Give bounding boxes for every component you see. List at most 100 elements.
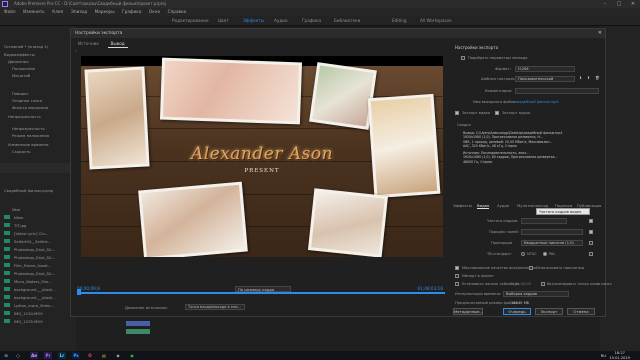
use-previews-checkbox[interactable] [529, 266, 533, 270]
tv-standard-match-checkbox[interactable] [589, 252, 593, 256]
search-icon[interactable]: ○ [14, 352, 22, 359]
effect-item[interactable]: Фильтр мерцания [12, 105, 48, 110]
project-file[interactable]: TIT.jpg [14, 223, 26, 228]
project-file[interactable]: Micro_Waters_Sho... [14, 279, 52, 284]
project-file[interactable]: Photoshop_Dust_Sti... [14, 271, 55, 276]
summary-head[interactable]: Сводка [457, 123, 471, 127]
effect-item[interactable]: Масштаб [12, 73, 30, 78]
time-interpolation-select[interactable]: Выборка кадров [503, 291, 569, 297]
import-into-project-checkbox[interactable] [455, 274, 459, 278]
explorer-icon[interactable]: ▤ [100, 352, 108, 359]
start-timecode-checkbox[interactable] [455, 282, 459, 286]
effect-item[interactable]: Движение [8, 59, 29, 64]
menu-help[interactable]: Справка [168, 9, 186, 14]
save-preset-icon[interactable]: ⬇ [579, 76, 582, 80]
workspace-libraries[interactable]: Библиотеки [334, 18, 360, 23]
project-file[interactable]: Seifert04__Seifert... [14, 239, 51, 244]
menu-graphics[interactable]: Графика [122, 9, 141, 14]
menu-sequence[interactable]: Эпизод [71, 9, 87, 14]
tab-video[interactable]: Видео [477, 203, 490, 209]
opera-icon[interactable]: O [86, 352, 94, 359]
app-icon[interactable]: ◈ [114, 352, 122, 359]
menu-edit[interactable]: Изменить [23, 9, 44, 14]
photoshop-icon[interactable]: Ps [72, 352, 80, 359]
format-select[interactable]: H.264 [515, 66, 575, 72]
frame-rate-select[interactable] [521, 218, 567, 224]
workspace-editing-en[interactable]: Editing [392, 18, 407, 23]
render-alpha-checkbox[interactable] [541, 282, 545, 286]
effect-item[interactable]: Изменение времени [8, 142, 49, 147]
project-file[interactable]: [Video Lyric] Cin... [14, 231, 48, 236]
project-file[interactable]: IMG_1234.MOV [14, 311, 43, 316]
queue-button[interactable]: Очередь [503, 308, 531, 315]
cancel-button[interactable]: Отмена [567, 308, 595, 315]
workspace-effects[interactable]: Эффекты [243, 18, 264, 23]
project-file[interactable]: background___black... [14, 287, 56, 292]
import-preset-icon[interactable]: ⬆ [587, 76, 590, 80]
export-settings-head[interactable]: Настройки экспорта [455, 45, 498, 50]
after-effects-icon[interactable]: Ae [30, 352, 38, 359]
timeline-clip[interactable] [126, 321, 150, 326]
export-audio-checkbox[interactable] [495, 111, 499, 115]
delete-preset-icon[interactable]: 🗑 [595, 76, 600, 80]
workspace-editing[interactable]: Редактирование [172, 18, 209, 23]
workspace-audio[interactable]: Аудио [274, 18, 288, 23]
max-render-quality-checkbox[interactable] [455, 266, 459, 270]
field-order-match-checkbox[interactable] [589, 230, 593, 234]
frame-rate-match-checkbox[interactable] [589, 219, 593, 223]
project-file[interactable]: Photoshop_Dust_Sti... [14, 255, 55, 260]
effect-item[interactable]: Опорная точка [12, 98, 42, 103]
menu-window[interactable]: Окно [149, 9, 160, 14]
timeline-clip[interactable] [126, 329, 150, 334]
lightroom-icon[interactable]: Lr [58, 352, 66, 359]
project-column-name[interactable]: Имя [12, 207, 20, 212]
effect-item[interactable]: Непрозрачность [8, 114, 41, 119]
tab-effects[interactable]: Эффекты [453, 203, 472, 208]
playhead[interactable] [77, 289, 81, 295]
start-icon[interactable]: ⊞ [2, 352, 10, 359]
export-button[interactable]: Экспорт [535, 308, 563, 315]
clock[interactable]: 18:27 15.01.2019 [609, 351, 630, 360]
aspect-match-checkbox[interactable] [589, 241, 593, 245]
source-range-select[interactable]: Точка входа/выхода в эпи... [185, 304, 245, 310]
menu-clip[interactable]: Клип [52, 9, 63, 14]
tab-audio[interactable]: Аудио [497, 203, 509, 208]
project-file[interactable]: Photoshop_Dust_Sti... [14, 247, 55, 252]
aspect-select[interactable]: Квадратные пиксели (1,0) [521, 240, 583, 246]
app-icon-green[interactable]: ◉ [128, 352, 136, 359]
workspace-all[interactable]: All Workspaces [420, 18, 452, 23]
workspace-graphics[interactable]: Графика [302, 18, 321, 23]
effect-item[interactable]: Непрозрачность [12, 126, 45, 131]
project-file[interactable]: background___black... [14, 295, 56, 300]
match-sequence-checkbox[interactable] [461, 56, 465, 60]
project-file[interactable]: titles [14, 215, 23, 220]
effect-item[interactable]: Положение [12, 66, 35, 71]
metadata-button[interactable]: Метаданные... [453, 308, 483, 315]
workspace-color[interactable]: Цвет [218, 18, 229, 23]
maximize-icon[interactable]: □ [612, 0, 626, 8]
field-order-select[interactable] [521, 229, 583, 235]
minimize-icon[interactable]: – [598, 0, 612, 8]
ntsc-radio[interactable] [521, 252, 525, 256]
premiere-icon[interactable]: Pr [44, 352, 52, 359]
language-indicator[interactable]: RU [601, 353, 606, 358]
close-window-icon[interactable]: ✕ [626, 0, 640, 8]
tab-source[interactable]: Источник [75, 40, 102, 47]
output-name-link[interactable]: свадебный фильм.mp4 [515, 100, 559, 104]
menu-file[interactable]: Файл [4, 9, 16, 14]
project-file[interactable]: Film_Frame_Asset... [14, 263, 51, 268]
comments-input[interactable] [515, 88, 599, 94]
timecode-out[interactable]: 01;48;03;16 [417, 286, 443, 291]
pal-radio[interactable] [543, 252, 547, 256]
effect-item[interactable]: Скорость [12, 149, 31, 154]
project-file[interactable]: IMG_1235.MOV [14, 319, 43, 324]
effect-item[interactable]: Поворот [12, 91, 29, 96]
project-file[interactable]: Lydian_more_Video... [14, 303, 54, 308]
start-timecode-value[interactable]: 00;00;00;00 [509, 282, 531, 286]
effect-item[interactable]: Режим наложения [12, 133, 49, 138]
dialog-close-icon[interactable]: ✕ [598, 29, 602, 38]
tab-output[interactable]: Вывод [107, 40, 128, 48]
scrub-track[interactable] [77, 292, 445, 294]
export-video-checkbox[interactable] [455, 111, 459, 115]
preset-select[interactable]: Пользовательский [515, 76, 575, 82]
